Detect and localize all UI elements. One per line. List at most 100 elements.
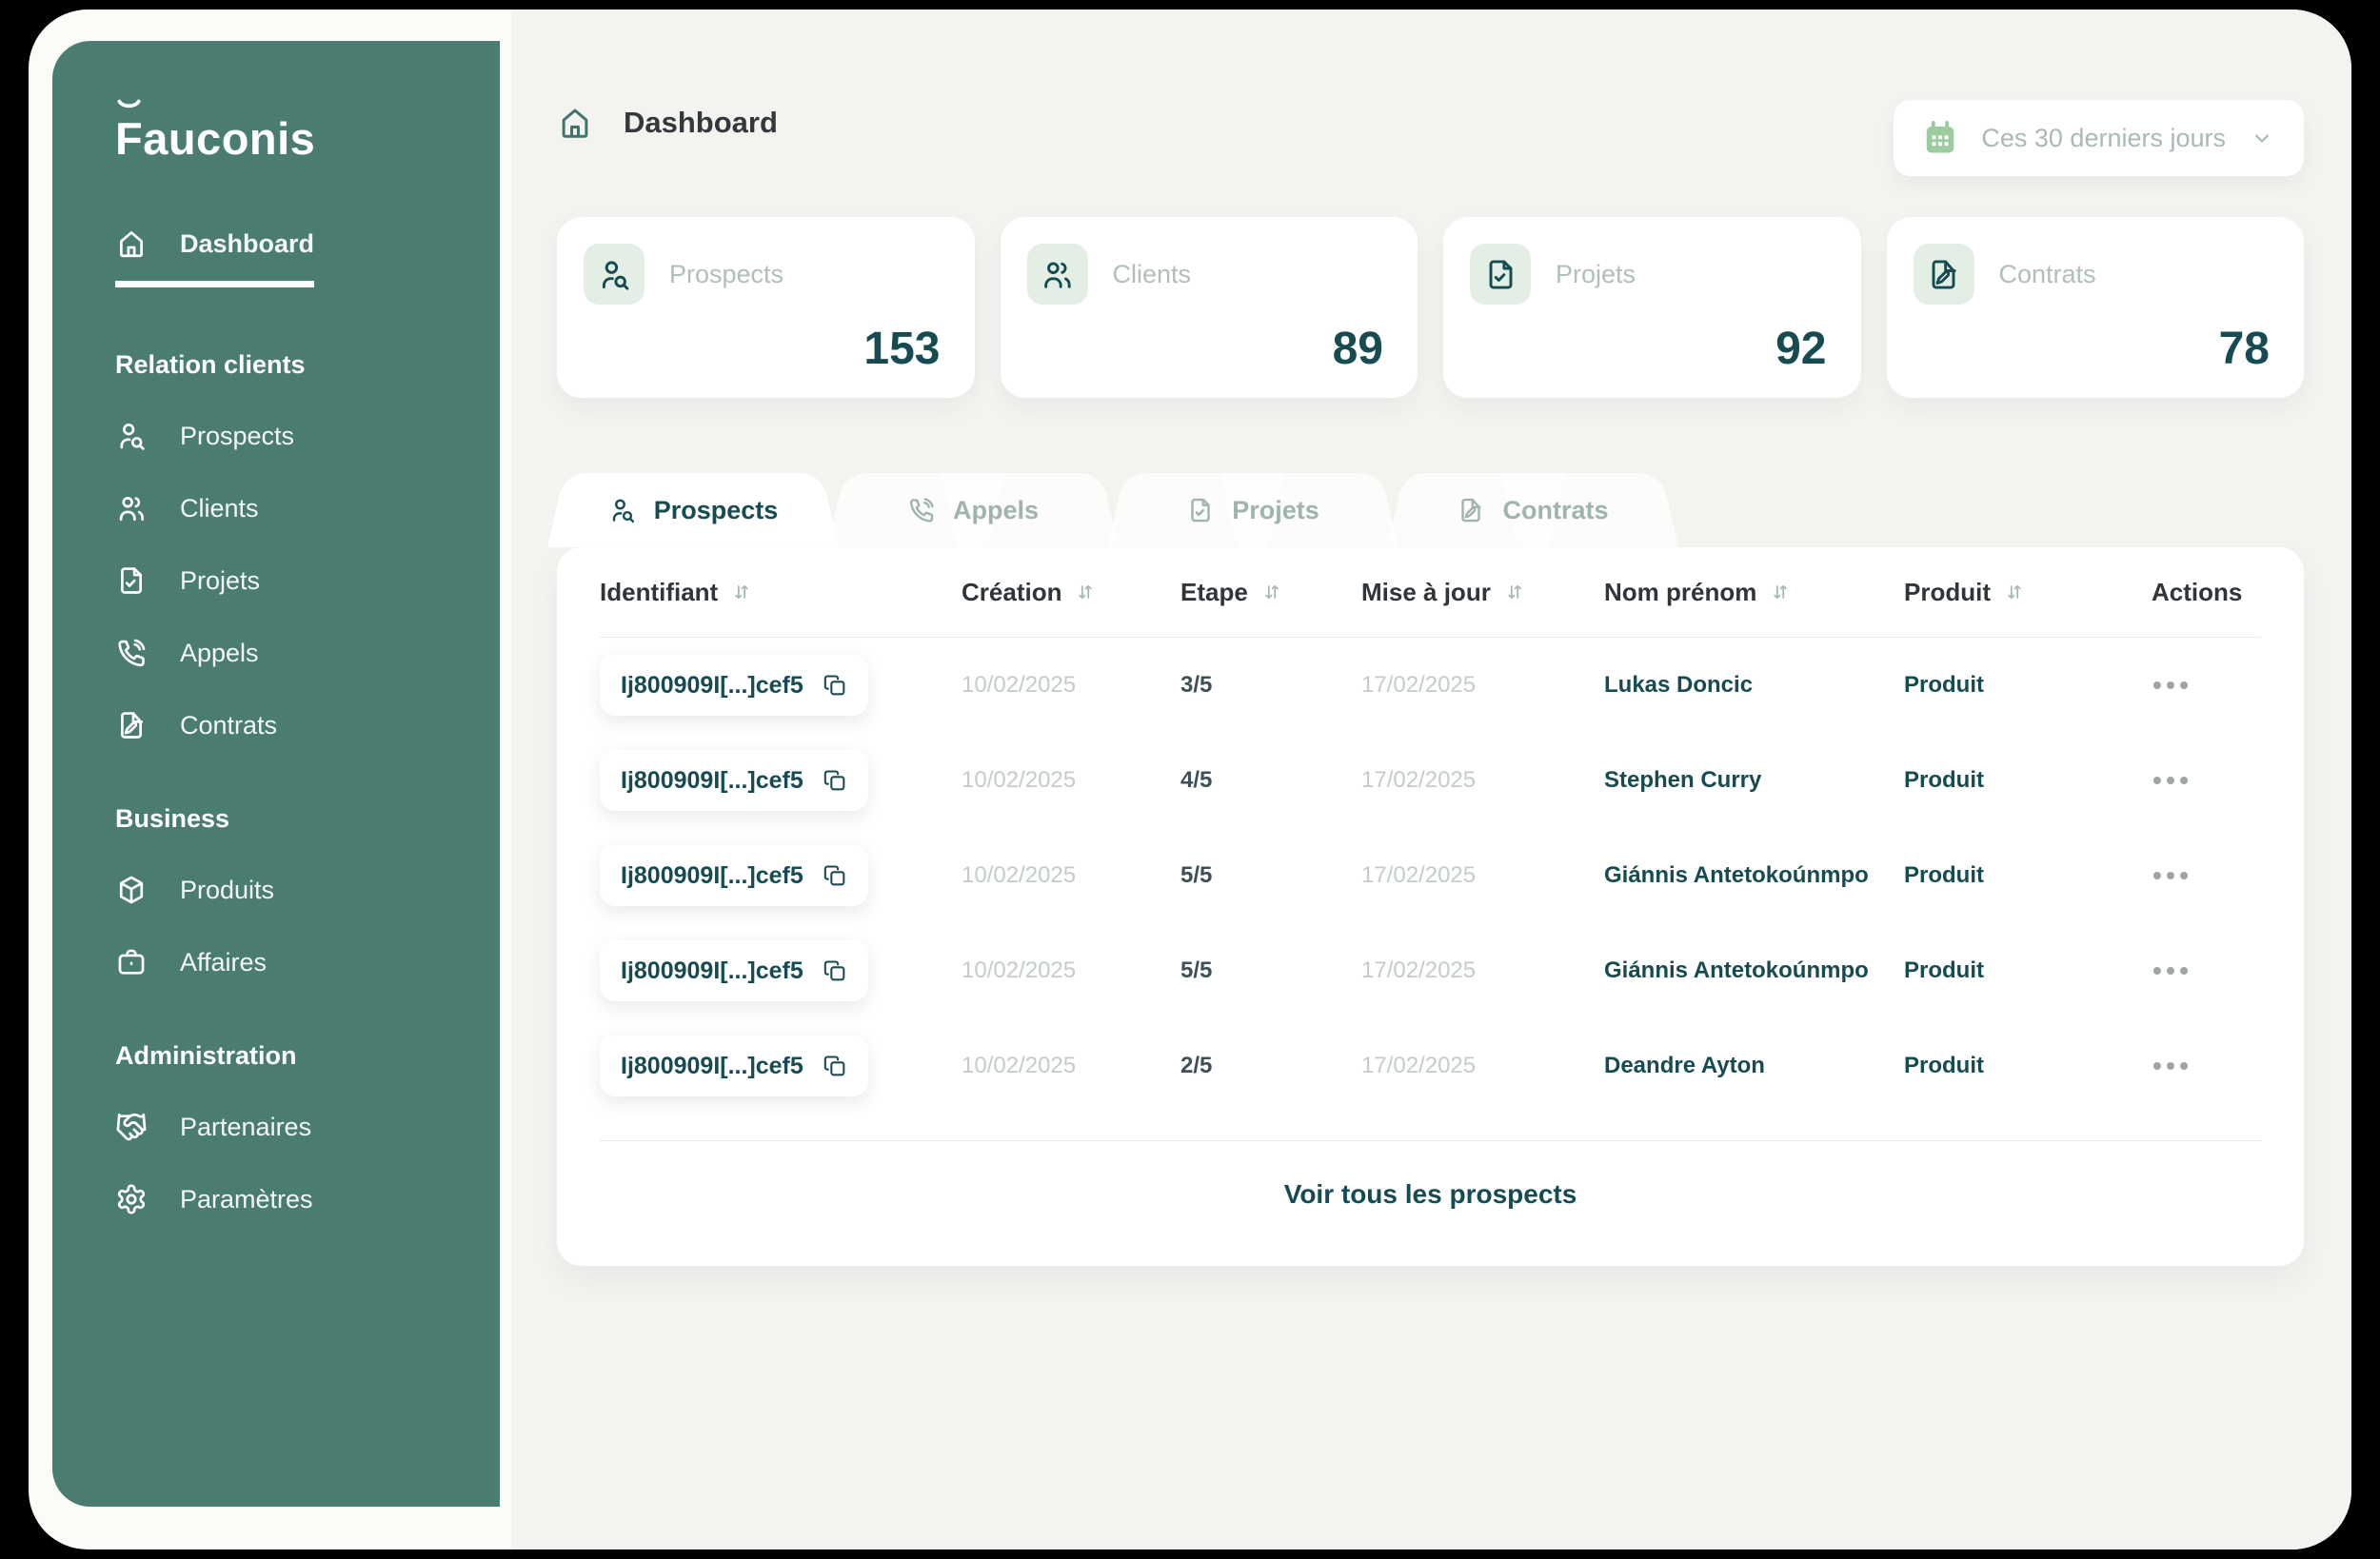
identifiant-pill[interactable]: Ij800909I[...]cef5 bbox=[600, 940, 868, 1001]
sort-icon[interactable] bbox=[1075, 582, 1096, 602]
handshake-icon bbox=[115, 1111, 148, 1143]
users-icon bbox=[115, 492, 148, 524]
cell-creation: 10/02/2025 bbox=[962, 862, 1180, 889]
sidebar-item-clients[interactable]: Clients bbox=[115, 492, 259, 524]
file-check-icon bbox=[115, 564, 148, 597]
cell-nom-prenom: Giánnis Antetokoúnmpo bbox=[1604, 957, 1904, 984]
cube-icon bbox=[115, 874, 148, 906]
copy-icon[interactable] bbox=[823, 673, 847, 698]
copy-icon[interactable] bbox=[823, 958, 847, 983]
copy-icon[interactable] bbox=[823, 1054, 847, 1078]
copy-icon[interactable] bbox=[823, 768, 847, 793]
cell-nom-prenom: Deandre Ayton bbox=[1604, 1053, 1904, 1079]
user-search-icon bbox=[597, 257, 632, 292]
sidebar-section-business: Business bbox=[115, 804, 473, 834]
cell-creation: 10/02/2025 bbox=[962, 672, 1180, 699]
column-header-produit[interactable]: Produit bbox=[1904, 578, 2152, 607]
tab-appels[interactable]: Appels bbox=[837, 473, 1109, 547]
stat-icon-box bbox=[584, 244, 645, 305]
column-header-creation[interactable]: Création bbox=[962, 578, 1180, 607]
sort-icon[interactable] bbox=[1261, 582, 1282, 602]
breadcrumb: Dashboard bbox=[557, 105, 778, 141]
app-window: Dashboard Ces 30 derniers jours Prospect… bbox=[29, 10, 2351, 1549]
table-row: Ij800909I[...]cef5 10/02/2025 3/5 17/02/… bbox=[600, 638, 2261, 733]
app-logo: Fauconis bbox=[115, 112, 315, 165]
sidebar-item-contrats[interactable]: Contrats bbox=[115, 709, 277, 741]
view-all-prospects-link[interactable]: Voir tous les prospects bbox=[1284, 1179, 1577, 1210]
column-header-etape[interactable]: Etape bbox=[1180, 578, 1361, 607]
cell-mise-a-jour: 17/02/2025 bbox=[1361, 1053, 1604, 1079]
ellipsis-icon bbox=[2152, 680, 2190, 691]
stat-icon-box bbox=[1470, 244, 1531, 305]
sidebar-item-projets[interactable]: Projets bbox=[115, 564, 260, 597]
identifiant-pill[interactable]: Ij800909I[...]cef5 bbox=[600, 655, 868, 716]
sidebar-item-dashboard[interactable]: Dashboard bbox=[115, 227, 314, 287]
home-icon bbox=[557, 105, 593, 141]
cell-produit: Produit bbox=[1904, 957, 2152, 984]
sort-icon[interactable] bbox=[2004, 582, 2025, 602]
sidebar-item-produits[interactable]: Produits bbox=[115, 874, 274, 906]
column-header-mise-a-jour[interactable]: Mise à jour bbox=[1361, 578, 1604, 607]
table-row: Ij800909I[...]cef5 10/02/2025 4/5 17/02/… bbox=[600, 733, 2261, 828]
tab-contrats[interactable]: Contrats bbox=[1397, 473, 1669, 547]
stat-label: Prospects bbox=[669, 260, 783, 289]
tab-projets[interactable]: Projets bbox=[1117, 473, 1389, 547]
identifiant-pill[interactable]: Ij800909I[...]cef5 bbox=[600, 750, 868, 811]
cell-etape: 3/5 bbox=[1180, 672, 1361, 699]
sort-icon[interactable] bbox=[731, 582, 752, 602]
identifiant-pill[interactable]: Ij800909I[...]cef5 bbox=[600, 845, 868, 906]
cell-nom-prenom: Stephen Curry bbox=[1604, 767, 1904, 794]
table-header-row: Identifiant Création Etape Mise à jour N… bbox=[600, 547, 2261, 638]
sidebar-item-prospects[interactable]: Prospects bbox=[115, 420, 294, 452]
cell-produit: Produit bbox=[1904, 672, 2152, 699]
table-row: Ij800909I[...]cef5 10/02/2025 5/5 17/02/… bbox=[600, 828, 2261, 923]
column-header-identifiant[interactable]: Identifiant bbox=[600, 578, 962, 607]
identifiant-pill[interactable]: Ij800909I[...]cef5 bbox=[600, 1036, 868, 1096]
row-actions-button[interactable] bbox=[2152, 956, 2190, 986]
stat-value: 89 bbox=[1333, 323, 1383, 375]
gear-icon bbox=[115, 1183, 148, 1215]
stat-label: Projets bbox=[1556, 260, 1636, 289]
phone-call-icon bbox=[907, 496, 936, 524]
sidebar-item-parametres[interactable]: Paramètres bbox=[115, 1183, 313, 1215]
file-check-icon bbox=[1483, 257, 1518, 292]
sidebar-item-affaires[interactable]: Affaires bbox=[115, 946, 267, 978]
cell-etape: 2/5 bbox=[1180, 1053, 1361, 1079]
user-search-icon bbox=[115, 420, 148, 452]
briefcase-icon bbox=[115, 946, 148, 978]
copy-icon[interactable] bbox=[823, 863, 847, 888]
cell-produit: Produit bbox=[1904, 862, 2152, 889]
cell-produit: Produit bbox=[1904, 767, 2152, 794]
cell-produit: Produit bbox=[1904, 1053, 2152, 1079]
sidebar: Fauconis Dashboard Relation clients Pros… bbox=[52, 41, 500, 1507]
stat-value: 92 bbox=[1775, 323, 1826, 375]
sidebar-item-appels[interactable]: Appels bbox=[115, 637, 259, 669]
stat-card-projets: Projets 92 bbox=[1443, 217, 1861, 398]
stat-card-prospects: Prospects 153 bbox=[557, 217, 975, 398]
sidebar-item-partenaires[interactable]: Partenaires bbox=[115, 1111, 311, 1143]
chevron-down-icon bbox=[2249, 125, 2275, 151]
tab-prospects[interactable]: Prospects bbox=[557, 473, 829, 547]
row-actions-button[interactable] bbox=[2152, 860, 2190, 891]
prospects-table: Identifiant Création Etape Mise à jour N… bbox=[557, 547, 2304, 1266]
page-title: Dashboard bbox=[624, 106, 778, 140]
row-actions-button[interactable] bbox=[2152, 765, 2190, 796]
phone-call-icon bbox=[115, 637, 148, 669]
sort-icon[interactable] bbox=[1504, 582, 1525, 602]
column-header-actions: Actions bbox=[2152, 578, 2261, 607]
sort-icon[interactable] bbox=[1770, 582, 1791, 602]
stat-card-clients: Clients 89 bbox=[1001, 217, 1418, 398]
row-actions-button[interactable] bbox=[2152, 1051, 2190, 1081]
cell-creation: 10/02/2025 bbox=[962, 767, 1180, 794]
cell-mise-a-jour: 17/02/2025 bbox=[1361, 672, 1604, 699]
date-range-select[interactable]: Ces 30 derniers jours bbox=[1894, 100, 2304, 176]
file-signature-icon bbox=[115, 709, 148, 741]
column-header-nom-prenom[interactable]: Nom prénom bbox=[1604, 578, 1904, 607]
stat-label: Clients bbox=[1113, 260, 1192, 289]
stat-value: 153 bbox=[863, 323, 940, 375]
file-signature-icon bbox=[1457, 496, 1485, 524]
cell-mise-a-jour: 17/02/2025 bbox=[1361, 957, 1604, 984]
row-actions-button[interactable] bbox=[2152, 670, 2190, 701]
stat-icon-box bbox=[1027, 244, 1088, 305]
users-icon bbox=[1040, 257, 1075, 292]
